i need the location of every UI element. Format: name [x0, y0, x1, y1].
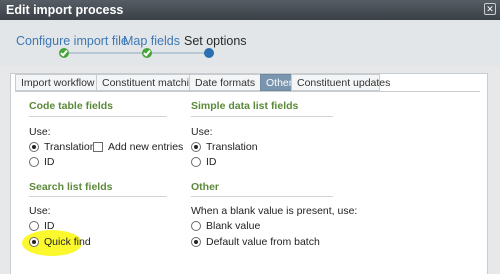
- blank-value-prompt: When a blank value is present, use:: [191, 205, 358, 217]
- dialog-title-bar: Edit import process ✕: [0, 0, 500, 20]
- wizard-steps: Configure import file Map fields Set opt…: [0, 20, 500, 66]
- radio-icon[interactable]: [29, 221, 39, 231]
- simple-data-list-heading: Simple data list fields: [191, 100, 299, 112]
- radio-selected-icon[interactable]: [29, 142, 39, 152]
- simple-list-use-label: Use:: [191, 126, 213, 138]
- tab-date-formats[interactable]: Date formats: [189, 74, 261, 91]
- section-divider: [191, 196, 333, 197]
- tab-constituent-matching[interactable]: Constituent matching: [96, 74, 201, 91]
- section-divider: [29, 116, 167, 117]
- tab-constituent-updates[interactable]: Constituent updates: [291, 74, 390, 91]
- other-heading: Other: [191, 181, 220, 193]
- section-divider: [191, 116, 333, 117]
- code-table-fields-heading: Code table fields: [29, 100, 114, 112]
- search-list-fields-heading: Search list fields: [29, 181, 113, 193]
- radio-selected-icon[interactable]: [29, 237, 39, 247]
- step-connector: [150, 52, 206, 54]
- radio-icon[interactable]: [29, 157, 39, 167]
- close-icon[interactable]: ✕: [484, 3, 496, 15]
- code-table-use-label: Use:: [29, 126, 51, 138]
- radio-icon[interactable]: [191, 157, 201, 167]
- radio-icon[interactable]: [191, 221, 201, 231]
- radio-selected-icon[interactable]: [191, 237, 201, 247]
- tab-import-workflow[interactable]: Import workflow: [15, 74, 97, 91]
- step-current-icon: [204, 48, 214, 58]
- checkbox-icon[interactable]: [93, 142, 103, 152]
- search-list-use-label: Use:: [29, 205, 51, 217]
- step-complete-icon: [142, 48, 152, 58]
- step-connector: [69, 52, 145, 54]
- step-configure-import-file[interactable]: Configure import file: [16, 34, 128, 48]
- dialog-title: Edit import process: [6, 3, 124, 17]
- section-divider: [29, 196, 167, 197]
- tab-other[interactable]: Other: [260, 74, 292, 91]
- step-set-options[interactable]: Set options: [184, 34, 247, 48]
- radio-selected-icon[interactable]: [191, 142, 201, 152]
- step-map-fields[interactable]: Map fields: [123, 34, 180, 48]
- tabs-divider: [15, 91, 480, 92]
- step-complete-icon: [59, 48, 69, 58]
